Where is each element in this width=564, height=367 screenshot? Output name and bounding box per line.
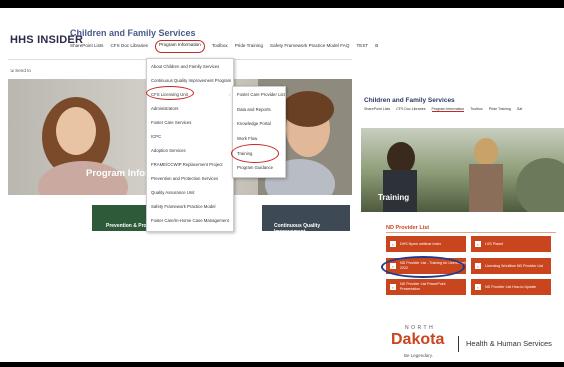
- dropdown-item-prevention[interactable]: Prevention and Protection Services: [151, 176, 218, 181]
- dropdown-item-about[interactable]: About Children and Family Services: [151, 64, 219, 69]
- button-powerpoint-presentation[interactable]: ▪ ND Provider List PowerPoint Presentatio…: [386, 279, 466, 295]
- dropdown-item-cqi[interactable]: Continuous Quality Improvement Program: [151, 78, 231, 83]
- send-to-button[interactable]: ⇲ Send to: [10, 68, 31, 74]
- document-icon: ▪: [390, 241, 396, 247]
- nav-toolbox[interactable]: Toolbox: [212, 43, 228, 53]
- button-how-to-update[interactable]: ▪ ND Provider List How-to Update: [471, 279, 551, 295]
- tile-continuous-quality[interactable]: Continuous Quality Improvement: [262, 205, 350, 231]
- document-icon: ▪: [390, 284, 396, 290]
- right-site-title[interactable]: Children and Family Services: [364, 97, 455, 104]
- highlight-circle-training: [231, 144, 279, 163]
- nav-pride-training[interactable]: Pride Training: [235, 43, 263, 53]
- licensing-submenu: Foster Care Provider List Data and Repor…: [232, 86, 286, 178]
- button-dhs-webinar-index[interactable]: ▪ DHS Nyme webinar index: [386, 236, 466, 252]
- submenu-item-provider-list[interactable]: Foster Care Provider List: [237, 92, 285, 97]
- dropdown-item-safety-framework[interactable]: Safety Framework Practice Model: [151, 204, 215, 209]
- nav-sharepoint-lists[interactable]: SharePoint Lists: [70, 43, 103, 53]
- nd-logo-dakota: Dakota: [391, 331, 445, 348]
- right-nav-saf[interactable]: Saf: [517, 107, 522, 112]
- dropdown-item-icpc[interactable]: ICPC: [151, 134, 161, 139]
- highlight-oval-training-button: [381, 256, 465, 278]
- nd-logo-separator: [458, 336, 459, 352]
- top-navigation: SharePoint Lists CFS Doc Libraries Progr…: [70, 40, 385, 53]
- chevron-right-icon: ›: [228, 92, 230, 97]
- nav-b[interactable]: B: [375, 43, 378, 53]
- top-border: [0, 0, 564, 8]
- bottom-border: [0, 362, 564, 367]
- dropdown-item-quality-assurance[interactable]: Quality Assurance Unit: [151, 190, 194, 195]
- dropdown-item-adoption[interactable]: Adoption Services: [151, 148, 186, 153]
- dropdown-item-foster-care[interactable]: Foster Care Services: [151, 120, 191, 125]
- tile-label: Continuous Quality Improvement: [274, 223, 321, 231]
- program-information-dropdown: About Children and Family Services Conti…: [146, 58, 234, 232]
- tile-label: Prevention & Prot: [106, 223, 149, 229]
- provider-list-section-title: ND Provider List: [386, 225, 430, 231]
- button-licensing-workflow[interactable]: ▪ Licensing Workflow ND Provider List: [471, 258, 551, 274]
- right-nav-pride-training[interactable]: Pride Training: [489, 107, 511, 112]
- submenu-item-program-guidance[interactable]: Program Guidance: [237, 165, 273, 170]
- button-lss-planet[interactable]: ▪ LSS Planet: [471, 236, 551, 252]
- site-title[interactable]: Children and Family Services: [70, 28, 196, 38]
- highlight-circle-licensing: [146, 86, 194, 100]
- nav-program-information[interactable]: Program Information: [154, 40, 205, 53]
- section-divider: [386, 232, 556, 233]
- submenu-item-knowledge-portal[interactable]: Knowledge Portal: [237, 121, 271, 126]
- nav-cfs-doc-libraries[interactable]: CFS Doc Libraries: [110, 43, 148, 53]
- submenu-item-work-flow[interactable]: Work Flow: [237, 136, 257, 141]
- document-icon: ▪: [475, 284, 481, 290]
- document-icon: ▪: [475, 241, 481, 247]
- dropdown-item-frame[interactable]: FRAME/CCWIP Replacement Project: [151, 162, 223, 167]
- right-nav-cfs-doc-libraries[interactable]: CFS Doc Libraries: [396, 107, 425, 112]
- right-top-navigation: SharePoint Lists CFS Doc Libraries Progr…: [364, 107, 528, 112]
- dropdown-item-foster-care-case-mgmt[interactable]: Foster Care/In-Home Case Management: [151, 218, 229, 223]
- document-icon: ▪: [475, 263, 481, 269]
- right-nav-toolbox[interactable]: Toolbox: [470, 107, 482, 112]
- nav-safety-framework-faq[interactable]: Safety Framework Practice Model FAQ: [270, 43, 349, 53]
- nd-logo-tagline: Be Legendary.: [404, 353, 433, 358]
- dropdown-item-administrators[interactable]: Administrators: [151, 106, 178, 111]
- right-nav-program-information[interactable]: Program Information: [431, 107, 465, 112]
- right-nav-sharepoint-lists[interactable]: SharePoint Lists: [364, 107, 390, 112]
- training-hero-title: Training: [378, 193, 410, 202]
- nd-logo-hhs: Health & Human Services: [466, 339, 552, 348]
- submenu-item-data-reports[interactable]: Data and Reports: [237, 107, 271, 112]
- nav-test[interactable]: TEST: [356, 43, 368, 53]
